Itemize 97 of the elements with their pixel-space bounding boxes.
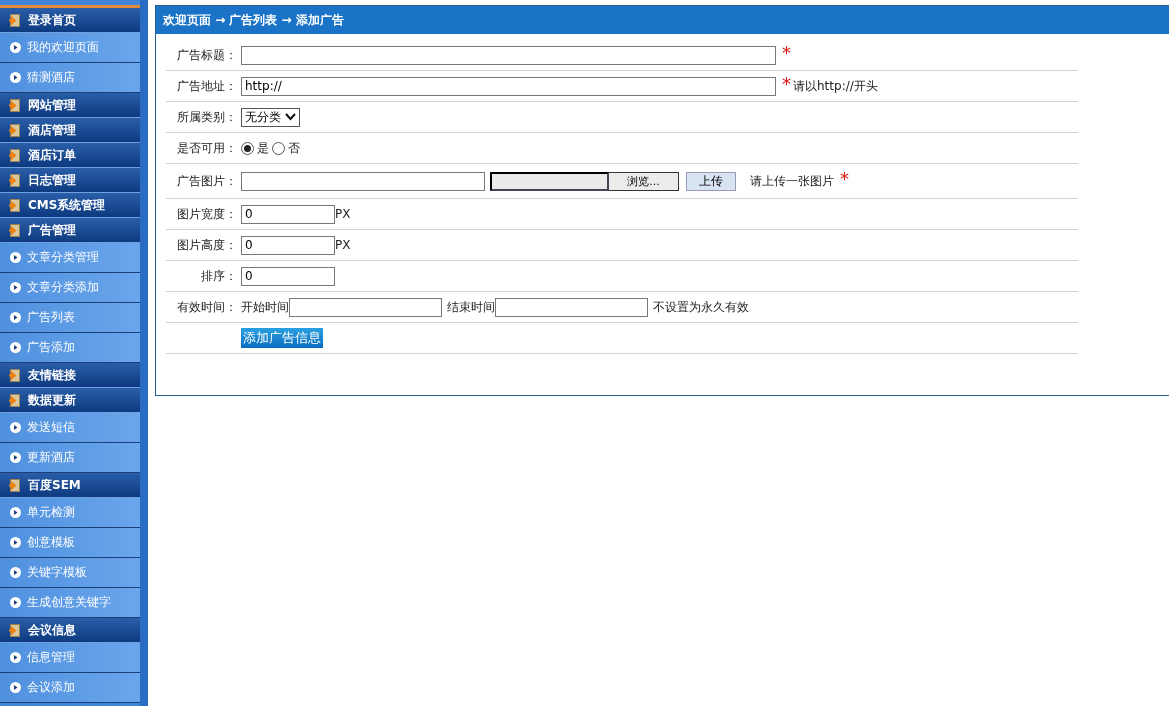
hint-text: 请上传一张图片 xyxy=(750,172,834,190)
menu-section-header[interactable]: 数据更新 xyxy=(0,388,140,413)
play-circle-icon xyxy=(10,652,21,663)
input-field[interactable]: http:// xyxy=(241,76,776,96)
menu-section-header[interactable]: 百度SEM xyxy=(0,473,140,498)
section-label: 广告管理 xyxy=(28,221,76,239)
start-time-field[interactable] xyxy=(289,297,442,317)
radio-label: 是 xyxy=(257,139,269,157)
input-field[interactable] xyxy=(241,171,485,191)
field-label: 广告地址： xyxy=(176,77,238,95)
hint-text: 不设置为永久有效 xyxy=(653,298,749,316)
arrow-in-box-icon xyxy=(9,368,20,382)
play-circle-icon xyxy=(10,312,21,323)
browse-button[interactable]: 浏览... xyxy=(609,171,679,191)
arrow-in-box-icon xyxy=(9,173,20,187)
required-mark: * xyxy=(840,167,849,189)
end-time-label: 结束时间 xyxy=(447,298,495,316)
chevron-down-icon xyxy=(285,113,296,121)
play-circle-icon xyxy=(10,342,21,353)
menu-item-label: 文章分类管理 xyxy=(27,249,99,266)
section-label: 日志管理 xyxy=(28,171,76,189)
arrow-in-box-icon xyxy=(9,478,20,492)
menu-section-header[interactable]: 友情链接 xyxy=(0,363,140,388)
field-label: 是否可用： xyxy=(176,139,238,157)
submit-button[interactable]: 添加广告信息 xyxy=(241,328,323,348)
required-mark: * xyxy=(782,41,791,63)
unit-text: PX xyxy=(335,207,351,221)
input-field[interactable]: 0 xyxy=(241,204,335,224)
menu-item-label: 单元检测 xyxy=(27,504,75,521)
menu-section-header[interactable]: 酒店管理 xyxy=(0,118,140,143)
input-field[interactable] xyxy=(241,45,776,65)
menu-item-label: 文章分类添加 xyxy=(27,279,99,296)
field-label: 所属类别： xyxy=(176,108,238,126)
menu-item-label: 广告列表 xyxy=(27,309,75,326)
radio-label: 否 xyxy=(288,139,300,157)
section-label: CMS系统管理 xyxy=(28,196,106,214)
section-label: 酒店订单 xyxy=(28,146,76,164)
section-label: 登录首页 xyxy=(28,11,76,29)
input-field[interactable]: 0 xyxy=(241,235,335,255)
section-label: 数据更新 xyxy=(28,391,76,409)
arrow-in-box-icon xyxy=(9,13,20,27)
menu-item-label: 信息管理 xyxy=(27,649,75,666)
play-circle-icon xyxy=(10,682,21,693)
menu-section-header[interactable]: 网站管理 xyxy=(0,93,140,118)
menu-section-header[interactable]: 登录首页 xyxy=(0,8,140,33)
menu-section-header[interactable]: 酒店订单 xyxy=(0,143,140,168)
start-time-label: 开始时间 xyxy=(241,298,289,316)
play-circle-icon xyxy=(10,252,21,263)
arrow-in-box-icon xyxy=(9,98,20,112)
arrow-in-box-icon xyxy=(9,123,20,137)
unit-text: PX xyxy=(335,238,351,252)
play-circle-icon xyxy=(10,537,21,548)
required-mark: * xyxy=(782,72,791,94)
arrow-in-box-icon xyxy=(9,223,20,237)
arrow-in-box-icon xyxy=(9,623,20,637)
play-circle-icon xyxy=(10,567,21,578)
section-label: 友情链接 xyxy=(28,366,76,384)
field-label: 图片高度： xyxy=(176,236,238,254)
file-path-field[interactable] xyxy=(490,171,609,191)
section-label: 百度SEM xyxy=(28,476,81,494)
breadcrumb: 欢迎页面 → 广告列表 → 添加广告 xyxy=(156,6,1169,34)
play-circle-icon xyxy=(10,452,21,463)
section-label: 网站管理 xyxy=(28,96,76,114)
menu-item-label: 猜测酒店 xyxy=(27,69,75,86)
end-time-field[interactable] xyxy=(495,297,648,317)
menu-section-header[interactable]: 广告管理 xyxy=(0,218,140,243)
play-circle-icon xyxy=(10,507,21,518)
upload-button[interactable]: 上传 xyxy=(686,171,736,191)
menu-item-label: 广告添加 xyxy=(27,339,75,356)
menu-item-label: 我的欢迎页面 xyxy=(27,39,99,56)
arrow-in-box-icon xyxy=(9,198,20,212)
menu-section-header[interactable]: 会议信息 xyxy=(0,618,140,643)
menu-item-label: 关键字模板 xyxy=(27,564,87,581)
menu-item-label: 更新酒店 xyxy=(27,449,75,466)
play-circle-icon xyxy=(10,42,21,53)
input-field[interactable]: 0 xyxy=(241,266,335,286)
menu-section-header[interactable]: 日志管理 xyxy=(0,168,140,193)
section-label: 酒店管理 xyxy=(28,121,76,139)
field-label: 排序： xyxy=(200,267,238,285)
menu-item-label: 会议添加 xyxy=(27,679,75,696)
menu-item-label: 生成创意关键字 xyxy=(27,594,111,611)
arrow-in-box-icon xyxy=(9,393,20,407)
section-label: 会议信息 xyxy=(28,621,76,639)
field-label: 有效时间： xyxy=(176,298,238,316)
menu-section-header[interactable]: CMS系统管理 xyxy=(0,193,140,218)
hint-text: 请以http://开头 xyxy=(793,77,878,95)
play-circle-icon xyxy=(10,282,21,293)
menu-item-label: 发送短信 xyxy=(27,419,75,436)
field-label: 广告图片： xyxy=(176,172,238,190)
play-circle-icon xyxy=(10,422,21,433)
field-label: 图片宽度： xyxy=(176,205,238,223)
field-label: 广告标题： xyxy=(176,46,238,64)
category-dropdown[interactable]: 无分类 xyxy=(241,107,300,127)
play-circle-icon xyxy=(10,597,21,608)
arrow-in-box-icon xyxy=(9,148,20,162)
menu-item-label: 创意模板 xyxy=(27,534,75,551)
play-circle-icon xyxy=(10,72,21,83)
